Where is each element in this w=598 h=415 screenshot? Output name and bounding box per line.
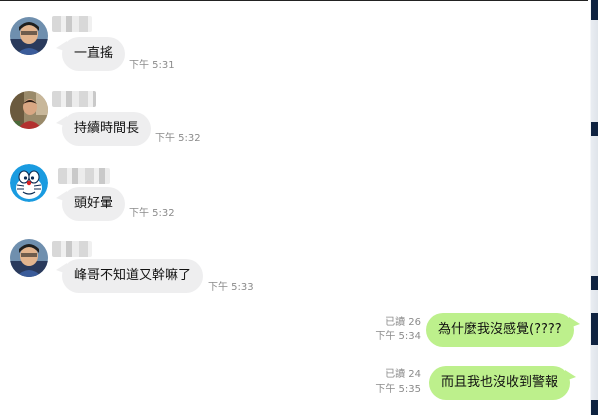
chat-scrollbar[interactable] [588,0,598,415]
sender-name-blurred [52,16,92,32]
message-time: 下午 5:34 [375,331,421,342]
sender-name-blurred [52,241,92,257]
message-bubble[interactable]: 而且我也沒收到警報 [429,366,577,400]
message-time: 下午 5:35 [375,384,421,395]
scrollbar-mark [591,313,598,345]
message-time: 下午 5:31 [129,60,175,71]
message-time: 下午 5:32 [155,133,201,144]
person-photo-avatar[interactable] [10,17,48,55]
cartoon-cat-avatar[interactable] [10,164,48,202]
scrollbar-mark [591,0,598,20]
scrollbar-mark [591,122,598,136]
scrollbar-mark [591,400,598,415]
message-bubble[interactable]: 持續時間長 [55,112,152,146]
message-bubble[interactable]: 峰哥不知道又幹嘛了 [55,259,204,293]
read-receipt: 已讀 24 [385,369,421,380]
message-time: 下午 5:32 [129,208,175,219]
person-photo-avatar[interactable] [10,239,48,277]
person-photo-avatar[interactable] [10,91,48,129]
sender-name-blurred [52,91,96,107]
scrollbar-mark [591,276,598,290]
message-time: 下午 5:33 [208,282,254,293]
message-bubble[interactable]: 一直搖 [55,37,126,71]
message-bubble[interactable]: 為什麼我沒感覺(???? [426,313,580,347]
read-receipt: 已讀 26 [385,317,421,328]
window-top-border [0,0,598,1]
message-bubble[interactable]: 頭好暈 [55,187,126,221]
sender-name-blurred [58,168,110,184]
